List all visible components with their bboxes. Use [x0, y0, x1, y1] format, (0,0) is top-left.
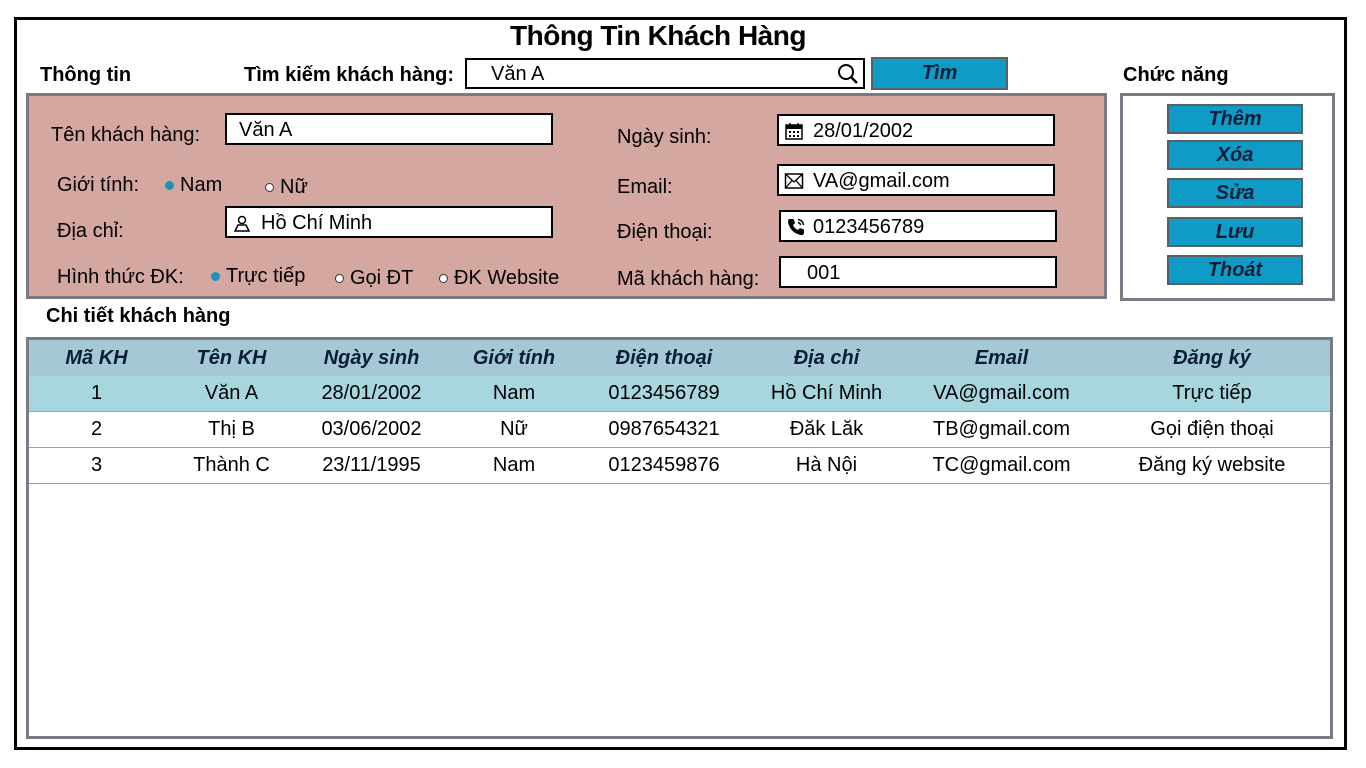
customer-id-field: [779, 256, 1057, 288]
column-header[interactable]: Ngày sinh: [299, 340, 444, 376]
address-field: [225, 206, 553, 238]
table-cell: Trực tiếp: [1094, 376, 1330, 412]
dob-label: Ngày sinh:: [617, 126, 712, 148]
table-cell: TB@gmail.com: [909, 411, 1094, 448]
info-section-label: Thông tin: [40, 64, 132, 86]
table-cell: 03/06/2002: [299, 411, 444, 448]
phone-field: [779, 210, 1057, 242]
column-header[interactable]: Email: [909, 340, 1094, 376]
table-row[interactable]: 2 Thị B 03/06/2002 Nữ 0987654321 Đăk Lăk…: [29, 411, 1330, 448]
location-pin-icon: [233, 215, 251, 232]
exit-button[interactable]: Thoát: [1167, 255, 1303, 285]
email-input[interactable]: [813, 169, 1043, 193]
table-cell: VA@gmail.com: [909, 376, 1094, 412]
table-cell: Gọi điện thoại: [1094, 411, 1330, 448]
table-cell: Nam: [444, 376, 584, 412]
details-section-label: Chi tiết khách hàng: [46, 305, 231, 327]
radio-unchecked-icon: [265, 183, 274, 192]
table-cell: 3: [29, 447, 164, 484]
table-cell: 0123456789: [584, 376, 744, 412]
reg-option-label: Trực tiếp: [226, 265, 306, 287]
gender-option-female[interactable]: Nữ: [265, 176, 308, 199]
table-cell: 2: [29, 411, 164, 448]
table-cell: 23/11/1995: [299, 447, 444, 484]
table-cell: Hồ Chí Minh: [744, 376, 909, 412]
reg-option-label: ĐK Website: [454, 267, 560, 289]
name-label: Tên khách hàng:: [51, 124, 200, 146]
magnifier-icon[interactable]: [837, 63, 859, 85]
registration-label: Hình thức ĐK:: [57, 266, 184, 288]
calendar-icon: [785, 123, 803, 140]
table-cell: 0987654321: [584, 411, 744, 448]
column-header[interactable]: Tên KH: [164, 340, 299, 376]
column-header[interactable]: Đăng ký: [1094, 340, 1330, 376]
reg-option-direct[interactable]: Trực tiếp: [211, 265, 305, 288]
customer-table: Mã KH Tên KH Ngày sinh Giới tính Điện th…: [26, 337, 1333, 739]
gender-option-male[interactable]: Nam: [165, 174, 222, 197]
radio-unchecked-icon: [335, 274, 344, 283]
table-row[interactable]: 3 Thành C 23/11/1995 Nam 0123459876 Hà N…: [29, 447, 1330, 484]
address-input[interactable]: [261, 211, 541, 235]
table-cell: Nam: [444, 447, 584, 484]
delete-button[interactable]: Xóa: [1167, 140, 1303, 170]
reg-option-phone[interactable]: Gọi ĐT: [335, 267, 413, 290]
table-cell: Thị B: [164, 411, 299, 448]
table-cell: 0123459876: [584, 447, 744, 484]
name-input[interactable]: [239, 118, 539, 142]
table-row[interactable]: 1 Văn A 28/01/2002 Nam 0123456789 Hồ Chí…: [29, 376, 1330, 412]
edit-button[interactable]: Sửa: [1167, 178, 1303, 208]
table-cell: Hà Nội: [744, 447, 909, 484]
table-header-row: Mã KH Tên KH Ngày sinh Giới tính Điện th…: [29, 340, 1330, 376]
table-cell: Đăk Lăk: [744, 411, 909, 448]
phone-label: Điện thoại:: [617, 221, 713, 243]
table-cell: Nữ: [444, 411, 584, 448]
name-field: [225, 113, 553, 145]
gender-option-label: Nam: [180, 174, 223, 196]
search-box: [465, 58, 865, 89]
radio-checked-icon: [211, 272, 220, 281]
gender-label: Giới tính:: [57, 174, 140, 196]
column-header[interactable]: Địa chỉ: [744, 340, 909, 376]
table-cell: Thành C: [164, 447, 299, 484]
save-button[interactable]: Lưu: [1167, 217, 1303, 247]
page-title: Thông Tin Khách Hàng: [510, 20, 806, 51]
table-cell: 28/01/2002: [299, 376, 444, 412]
table-cell: Văn A: [164, 376, 299, 412]
functions-panel: Thêm Xóa Sửa Lưu Thoát: [1120, 93, 1335, 301]
radio-unchecked-icon: [439, 274, 448, 283]
phone-icon: [788, 218, 805, 235]
reg-option-label: Gọi ĐT: [350, 267, 414, 289]
gender-option-label: Nữ: [280, 176, 308, 198]
column-header[interactable]: Giới tính: [444, 340, 584, 376]
customer-info-panel: Tên khách hàng: Giới tính: Nam Nữ Địa ch…: [26, 93, 1107, 299]
address-label: Địa chỉ:: [57, 220, 124, 242]
search-label: Tìm kiếm khách hàng:: [244, 64, 455, 86]
email-label: Email:: [617, 176, 673, 198]
table-cell: 1: [29, 376, 164, 412]
functions-section-label: Chức năng: [1123, 64, 1229, 86]
phone-input[interactable]: [813, 215, 1043, 239]
reg-option-website[interactable]: ĐK Website: [439, 267, 559, 290]
customer-id-input[interactable]: [807, 261, 1037, 285]
search-button[interactable]: Tìm: [871, 57, 1008, 90]
radio-checked-icon: [165, 181, 174, 190]
email-field: [777, 164, 1055, 196]
search-input[interactable]: [491, 62, 821, 86]
table-cell: Đăng ký website: [1094, 447, 1330, 484]
table-cell: TC@gmail.com: [909, 447, 1094, 484]
dob-input[interactable]: [813, 119, 1043, 143]
customer-id-label: Mã khách hàng:: [617, 268, 760, 290]
envelope-icon: [784, 173, 804, 189]
add-button[interactable]: Thêm: [1167, 104, 1303, 134]
column-header[interactable]: Điện thoại: [584, 340, 744, 376]
column-header[interactable]: Mã KH: [29, 340, 164, 376]
dob-field: [777, 114, 1055, 146]
